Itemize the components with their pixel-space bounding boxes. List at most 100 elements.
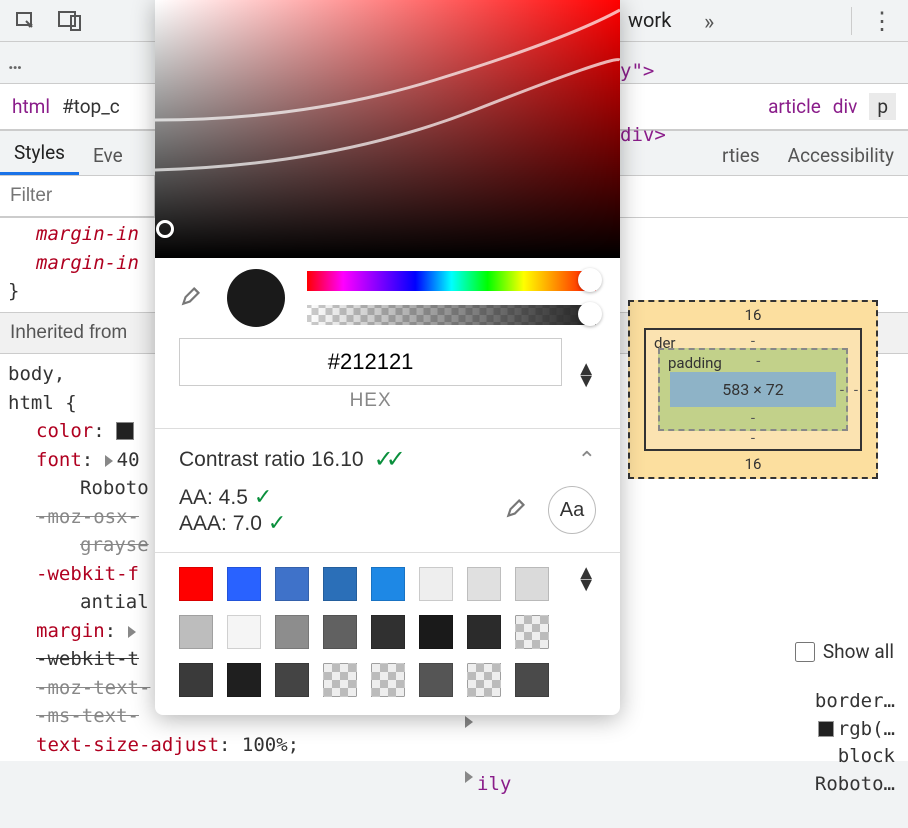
computed-prop-value[interactable]: block	[838, 743, 895, 771]
palette-swatch[interactable]	[515, 615, 549, 649]
toolbar-separator	[851, 7, 852, 35]
more-tabs-icon[interactable]: »	[704, 10, 714, 35]
palette-swatch[interactable]	[371, 615, 405, 649]
tab-network-partial[interactable]: work	[628, 8, 671, 32]
palette-swatch[interactable]	[323, 615, 357, 649]
palette-swatch[interactable]	[323, 663, 357, 697]
hex-input[interactable]	[179, 338, 562, 386]
css-selector[interactable]: body,	[8, 363, 65, 385]
padding-top-value[interactable]: -	[756, 352, 760, 370]
palette-swatch[interactable]	[275, 663, 309, 697]
tab-accessibility[interactable]: Accessibility	[774, 136, 908, 175]
box-model-margin[interactable]: 16 16 - der - - - padding - - - 583 × 72	[628, 300, 878, 479]
breadcrumb-item-current[interactable]: p	[869, 93, 896, 120]
css-property[interactable]: margin-in	[36, 252, 139, 274]
palette-swatch[interactable]	[179, 567, 213, 601]
palette-switcher-icon[interactable]: ▲▼	[576, 567, 596, 591]
check-icon: ✓	[268, 510, 286, 535]
tab-properties[interactable]: rties	[708, 136, 774, 175]
margin-right-value[interactable]: -	[868, 381, 872, 399]
computed-prop-value[interactable]: border…	[815, 688, 895, 716]
hue-thumb[interactable]	[578, 268, 602, 292]
palette-swatch[interactable]	[419, 567, 453, 601]
palette-swatch[interactable]	[467, 567, 501, 601]
palette-swatch[interactable]	[515, 663, 549, 697]
palette-swatch[interactable]	[467, 663, 501, 697]
expand-icon[interactable]	[465, 771, 473, 783]
eyedropper-icon[interactable]	[179, 282, 205, 314]
format-switcher-icon[interactable]: ▲▼	[576, 363, 596, 387]
brace-close: }	[8, 280, 19, 302]
box-model-content[interactable]: 583 × 72	[670, 372, 836, 407]
tab-styles[interactable]: Styles	[0, 133, 79, 175]
tab-event-listeners[interactable]: Eve	[79, 136, 137, 175]
css-property-overridden[interactable]: -moz-osx-	[36, 506, 139, 528]
css-value[interactable]: 40	[117, 449, 140, 471]
palette-swatch[interactable]	[323, 567, 357, 601]
css-selector[interactable]: html {	[8, 392, 77, 414]
kebab-menu-icon[interactable]: ⋮	[870, 7, 894, 35]
expand-shorthand-icon[interactable]	[105, 455, 113, 467]
computed-prop-value[interactable]: rgb(…	[818, 716, 895, 744]
css-property-overridden[interactable]: -ms-text-	[36, 705, 139, 727]
css-property-margin[interactable]: margin	[36, 620, 105, 642]
margin-bottom-value[interactable]: 16	[745, 455, 762, 473]
css-value[interactable]: antial	[80, 591, 149, 613]
expand-shorthand-icon[interactable]	[128, 626, 136, 638]
palette-swatch[interactable]	[227, 567, 261, 601]
palette-swatch[interactable]	[371, 567, 405, 601]
breadcrumb-item[interactable]: div	[833, 95, 858, 118]
css-property[interactable]: margin-in	[36, 223, 139, 245]
breadcrumb-item[interactable]: html	[12, 95, 50, 118]
border-bottom-value[interactable]: -	[751, 429, 755, 447]
sv-cursor[interactable]	[156, 220, 174, 238]
text-sample-icon[interactable]: Aa	[548, 486, 596, 534]
check-icon: ✓	[254, 484, 272, 509]
css-property[interactable]: text-size-adjust	[36, 734, 219, 756]
css-property[interactable]: -webkit-f	[36, 563, 139, 585]
color-swatch-icon[interactable]	[116, 422, 134, 440]
chevron-up-icon[interactable]: ⌃	[578, 447, 596, 473]
palette-swatch[interactable]	[179, 615, 213, 649]
hue-slider[interactable]	[307, 271, 596, 291]
css-property-font[interactable]: font	[36, 449, 82, 471]
show-all-checkbox[interactable]	[795, 642, 815, 662]
palette-swatch[interactable]	[467, 615, 501, 649]
expand-icon[interactable]	[465, 716, 473, 728]
palette-swatch[interactable]	[275, 615, 309, 649]
inspect-element-icon[interactable]	[8, 3, 44, 39]
css-property-overridden[interactable]: -webkit-t	[36, 648, 139, 670]
palette-swatch[interactable]	[227, 615, 261, 649]
css-property-color[interactable]: color	[36, 420, 93, 442]
css-value[interactable]: 100%;	[242, 734, 299, 756]
background-eyedropper-icon[interactable]	[504, 494, 530, 526]
css-property-overridden[interactable]: -moz-text-	[36, 677, 150, 699]
box-model-padding[interactable]: padding - - - 583 × 72	[658, 348, 848, 431]
palette-swatch[interactable]	[371, 663, 405, 697]
border-right-value[interactable]: -	[854, 381, 858, 399]
alpha-thumb[interactable]	[578, 302, 602, 326]
palette-swatch[interactable]	[227, 663, 261, 697]
computed-prop-name[interactable]: ily	[477, 771, 511, 799]
palette-swatch[interactable]	[275, 567, 309, 601]
palette-swatch[interactable]	[179, 663, 213, 697]
palette-swatch[interactable]	[419, 615, 453, 649]
margin-top-value[interactable]: 16	[745, 306, 762, 324]
breadcrumb-item[interactable]: #top_c	[62, 95, 120, 118]
computed-prop-value[interactable]: Roboto…	[815, 771, 895, 799]
breadcrumb-item[interactable]: article	[768, 95, 821, 118]
palette-swatch[interactable]	[419, 663, 453, 697]
styles-filter-input[interactable]	[0, 176, 155, 217]
css-value[interactable]: Roboto	[80, 477, 149, 499]
color-swatch-icon[interactable]	[818, 721, 834, 737]
padding-bottom-value[interactable]: -	[751, 409, 755, 427]
palette-swatch[interactable]	[515, 567, 549, 601]
css-value-overridden[interactable]: grayse	[80, 534, 149, 556]
box-model-border[interactable]: der - - - padding - - - 583 × 72	[644, 328, 862, 451]
dom-node-partial-div[interactable]: div>	[620, 124, 666, 146]
padding-right-value[interactable]: -	[840, 381, 844, 399]
saturation-value-area[interactable]	[155, 0, 620, 258]
alpha-slider[interactable]	[307, 305, 596, 325]
device-toolbar-icon[interactable]	[52, 3, 88, 39]
dom-node-partial-y[interactable]: y">	[620, 60, 654, 82]
